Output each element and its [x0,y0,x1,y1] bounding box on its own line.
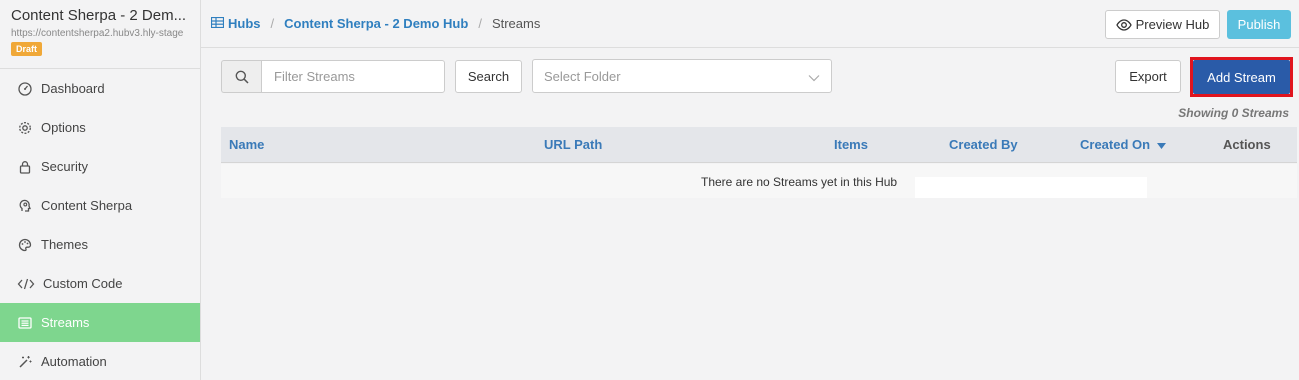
empty-row-background [915,177,1147,198]
select-folder-dropdown[interactable]: Select Folder [532,59,832,93]
breadcrumb-hub[interactable]: Content Sherpa - 2 Demo Hub [284,16,468,31]
hub-url: https://contentsherpa2.hubv3.hly-stage [11,28,184,39]
list-icon [17,315,33,331]
breadcrumb: Hubs / Content Sherpa - 2 Demo Hub / Str… [210,16,541,31]
sidebar-item-label: Themes [41,237,88,252]
sidebar-item-label: Content Sherpa [41,198,133,213]
empty-row: There are no Streams yet in this Hub [221,164,1297,198]
column-created-by[interactable]: Created By [949,137,1018,152]
breadcrumb-hubs[interactable]: Hubs [228,16,261,31]
sidebar-item-options[interactable]: Options [0,108,200,147]
palette-icon [17,237,33,253]
magic-wand-icon [17,354,33,370]
select-folder-placeholder: Select Folder [544,68,621,84]
add-stream-button[interactable]: Add Stream [1193,60,1290,94]
filter-group [221,60,445,93]
column-actions: Actions [1223,137,1271,152]
results-count: Showing 0 Streams [1178,106,1289,120]
sidebar-item-security[interactable]: Security [0,147,200,186]
sidebar-item-label: Custom Code [43,276,123,291]
table-header: Name URL Path Items Created By Created O… [221,127,1297,163]
sort-desc-icon [1156,142,1166,149]
draft-badge: Draft [11,42,43,56]
table-icon [210,16,225,31]
sidebar-item-label: Security [41,159,88,174]
breadcrumb-separator: / [270,16,275,31]
chevron-down-icon [808,70,820,85]
column-created-on[interactable]: Created On [1080,137,1166,152]
sidebar-item-label: Options [41,120,86,135]
dashboard-icon [17,81,33,97]
column-created-on-label: Created On [1080,137,1151,152]
column-url-path[interactable]: URL Path [544,137,602,152]
code-icon [17,276,35,292]
sidebar-item-label: Automation [41,354,107,369]
brain-icon [17,198,33,214]
eye-icon [1115,18,1132,31]
sidebar-item-label: Dashboard [41,81,105,96]
sidebar-item-themes[interactable]: Themes [0,225,200,264]
publish-button[interactable]: Publish [1227,10,1291,39]
search-button[interactable]: Search [455,60,522,93]
column-name[interactable]: Name [229,137,264,152]
hub-title[interactable]: Content Sherpa - 2 Dem... [11,7,197,24]
breadcrumb-separator: / [478,16,482,31]
sidebar-item-automation[interactable]: Automation [0,342,200,380]
sidebar-item-dashboard[interactable]: Dashboard [0,69,200,108]
sidebar-item-content-sherpa[interactable]: Content Sherpa [0,186,200,225]
sidebar-item-custom-code[interactable]: Custom Code [0,264,200,303]
lock-icon [17,159,33,175]
column-items[interactable]: Items [834,137,868,152]
sidebar-item-streams[interactable]: Streams [0,303,200,342]
preview-hub-button[interactable]: Preview Hub [1105,10,1220,39]
export-button[interactable]: Export [1115,60,1181,93]
top-bar: Hubs / Content Sherpa - 2 Demo Hub / Str… [201,0,1299,48]
preview-hub-label: Preview Hub [1135,17,1210,32]
breadcrumb-current: Streams [491,16,541,31]
filter-streams-input[interactable] [261,60,445,93]
sidebar-item-label: Streams [41,315,90,330]
hub-header: Content Sherpa - 2 Dem... https://conten… [0,0,200,69]
sidebar: Content Sherpa - 2 Dem... https://conten… [0,0,201,380]
gear-icon [17,120,33,136]
search-icon [221,60,261,93]
empty-message: There are no Streams yet in this Hub [701,175,898,189]
